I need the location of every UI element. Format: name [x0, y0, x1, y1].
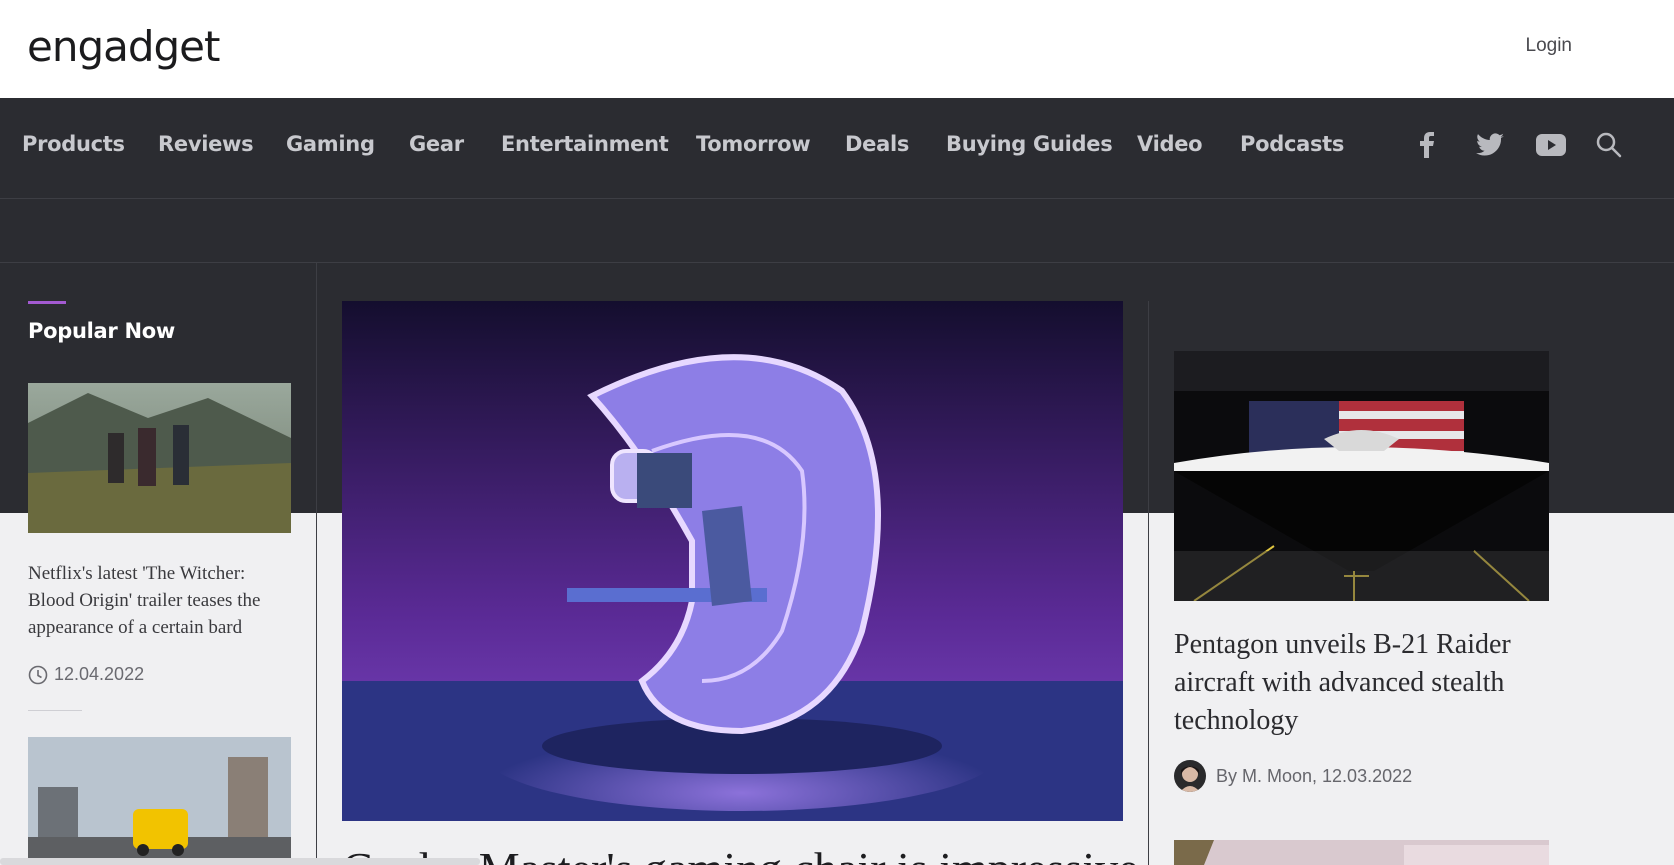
nav-item-entertainment[interactable]: Entertainment	[501, 132, 669, 156]
sub-nav-band	[0, 199, 1674, 263]
nav-item-gaming[interactable]: Gaming	[286, 132, 375, 156]
section-accent-line	[28, 301, 66, 304]
clock-icon	[28, 665, 48, 684]
login-link[interactable]: Login	[1526, 35, 1573, 57]
search-icon[interactable]	[1594, 130, 1624, 160]
popular-item-thumbnail[interactable]	[28, 383, 291, 533]
main-nav: Products Reviews Gaming Gear Entertainme…	[0, 98, 1674, 199]
nav-item-podcasts[interactable]: Podcasts	[1240, 132, 1344, 156]
horizontal-scrollbar[interactable]	[0, 858, 480, 865]
author-avatar	[1174, 760, 1206, 792]
byline-text: By M. Moon, 12.03.2022	[1216, 765, 1413, 786]
next-story-image[interactable]	[1174, 840, 1549, 865]
youtube-icon[interactable]	[1536, 130, 1566, 160]
top-bar: engadget Login	[0, 0, 1674, 98]
nav-item-deals[interactable]: Deals	[845, 132, 909, 156]
nav-item-gear[interactable]: Gear	[409, 132, 464, 156]
hero-image[interactable]	[342, 301, 1123, 821]
popular-item-date-text: 12.04.2022	[54, 664, 145, 684]
popular-item-headline[interactable]: Netflix's latest 'The Witcher: Blood Ori…	[28, 560, 290, 641]
popular-item-thumbnail-2[interactable]	[28, 737, 291, 865]
nav-item-buying-guides[interactable]: Buying Guides	[946, 132, 1113, 156]
nav-item-video[interactable]: Video	[1137, 132, 1203, 156]
nav-item-tomorrow[interactable]: Tomorrow	[696, 132, 811, 156]
column-divider	[1148, 301, 1149, 865]
sidebar-story-byline: By M. Moon, 12.03.2022	[1174, 760, 1412, 792]
facebook-icon[interactable]	[1412, 130, 1442, 160]
popular-divider	[28, 710, 82, 711]
sidebar-story-headline[interactable]: Pentagon unveils B-21 Raider aircraft wi…	[1174, 626, 1564, 740]
nav-item-reviews[interactable]: Reviews	[158, 132, 254, 156]
popular-now-title: Popular Now	[28, 319, 175, 343]
engadget-logo[interactable]: engadget	[27, 20, 220, 74]
nav-item-products[interactable]: Products	[22, 132, 125, 156]
twitter-icon[interactable]	[1475, 130, 1505, 160]
popular-item-date: 12.04.2022	[28, 664, 144, 685]
b21-raider-image[interactable]	[1174, 351, 1549, 601]
